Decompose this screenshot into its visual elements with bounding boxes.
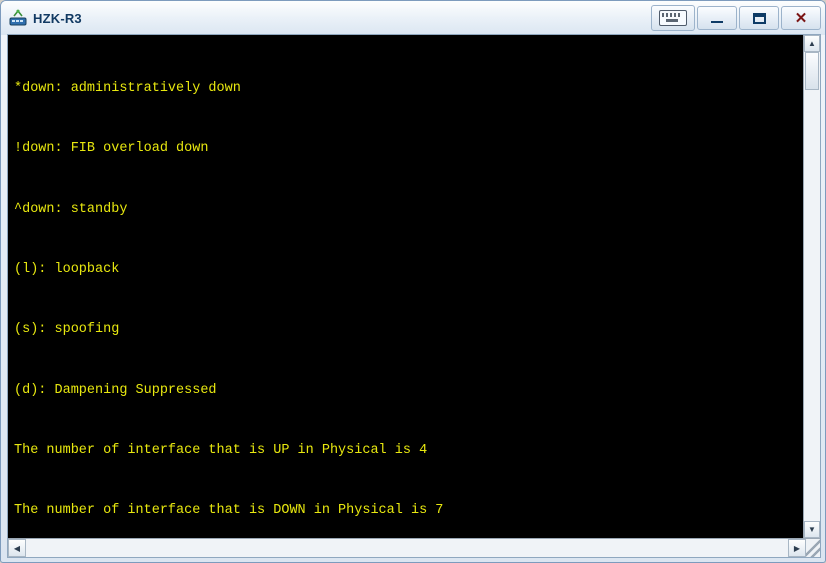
window-title: HZK-R3 (33, 10, 82, 26)
application-window: HZK-R3 ✕ *down: administratively down !d… (0, 0, 826, 563)
router-terminal-icon (9, 9, 27, 27)
scroll-right-button[interactable]: ▶ (788, 539, 806, 557)
legend-line: !down: FIB overload down (14, 141, 209, 157)
horizontal-scrollbar[interactable]: ◀ ▶ (8, 538, 820, 557)
legend-line: ^down: standby (14, 201, 128, 217)
legend-line: (s): spoofing (14, 322, 120, 338)
maximize-button[interactable] (739, 6, 779, 30)
terminal-panel: *down: administratively down !down: FIB … (7, 34, 821, 558)
close-button[interactable]: ✕ (781, 6, 821, 30)
terminal-body: *down: administratively down !down: FIB … (8, 35, 820, 538)
legend-line: *down: administratively down (14, 81, 241, 97)
close-icon: ✕ (794, 10, 808, 27)
vertical-scrollbar[interactable]: ▲ ▼ (803, 35, 820, 538)
horizontal-scroll-track[interactable] (26, 539, 788, 557)
keyboard-icon (659, 10, 687, 26)
counter-line: The number of interface that is UP in Ph… (14, 442, 428, 458)
terminal-output[interactable]: *down: administratively down !down: FIB … (8, 35, 803, 538)
minimize-button[interactable] (697, 6, 737, 30)
scroll-left-button[interactable]: ◀ (8, 539, 26, 557)
scroll-up-button[interactable]: ▲ (804, 35, 820, 52)
minimize-icon (711, 21, 723, 23)
window-titlebar[interactable]: HZK-R3 ✕ (1, 1, 825, 35)
legend-line: (l): loopback (14, 262, 120, 278)
window-controls: ✕ (651, 5, 821, 31)
maximize-icon (752, 12, 766, 24)
window-resize-grip[interactable] (806, 539, 820, 557)
vertical-scroll-track[interactable] (804, 52, 820, 521)
legend-line: (d): Dampening Suppressed (14, 382, 217, 398)
counter-line: The number of interface that is DOWN in … (14, 503, 444, 519)
on-screen-keyboard-button[interactable] (651, 5, 695, 31)
vertical-scroll-thumb[interactable] (805, 52, 819, 90)
scroll-down-button[interactable]: ▼ (804, 521, 820, 538)
